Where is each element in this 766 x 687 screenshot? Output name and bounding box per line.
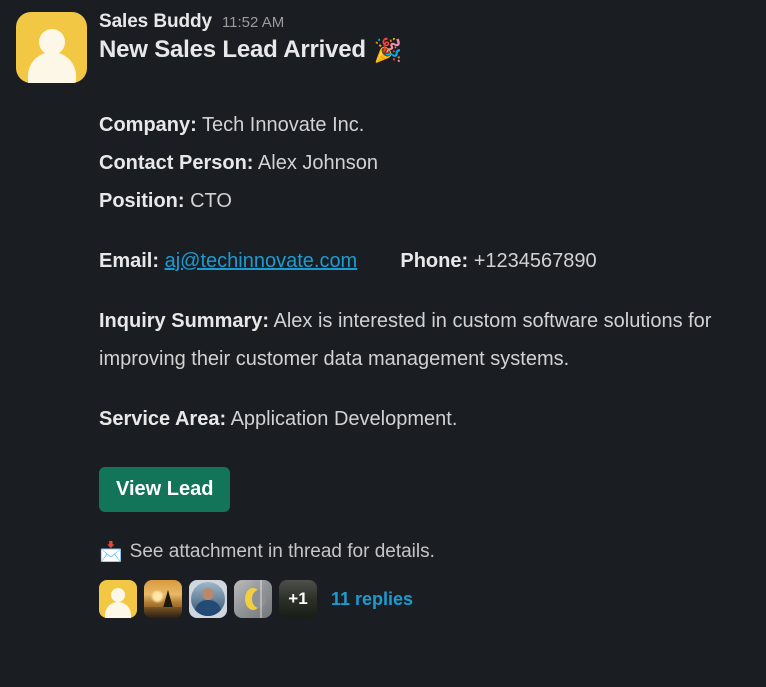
portrait-head-shape (202, 588, 214, 600)
face-head-shape (111, 588, 125, 602)
attachment-note-text: See attachment in thread for details. (129, 541, 435, 562)
thread-facepile: +1 (99, 580, 324, 618)
company-value: Tech Innovate Inc. (202, 114, 365, 136)
field-position: Position: CTO (99, 182, 734, 220)
avatar-sunset-sailboat-icon[interactable] (144, 580, 182, 618)
sailboat-shape (163, 590, 173, 608)
message-body: Company: Tech Innovate Inc. Contact Pers… (16, 106, 750, 634)
portrait-body-shape (195, 600, 221, 616)
contact-person-value: Alex Johnson (257, 152, 378, 174)
slack-message: Sales Buddy 11:52 AM New Sales Lead Arri… (0, 0, 766, 634)
avatar-dark-photo-overflow-icon[interactable]: +1 (279, 580, 317, 618)
message-header-row: Sales Buddy 11:52 AM New Sales Lead Arri… (16, 12, 750, 83)
sun-shape (152, 591, 163, 602)
person-avatar-icon[interactable] (16, 12, 87, 83)
avatar-gray-crescent-icon[interactable] (234, 580, 272, 618)
portrait-circle (191, 582, 225, 616)
face-body-shape (105, 602, 131, 618)
avatar-person-yellow-icon[interactable] (99, 580, 137, 618)
company-label: Company: (99, 114, 197, 136)
water-shape (144, 607, 182, 618)
phone-value: +1234567890 (473, 250, 597, 272)
email-link[interactable]: aj@techinnovate.com (165, 250, 358, 272)
field-company: Company: Tech Innovate Inc. (99, 106, 734, 144)
email-label: Email: (99, 250, 160, 272)
service-area-label: Service Area: (99, 408, 227, 430)
edge-highlight (260, 580, 262, 618)
avatar-portrait-photo-icon[interactable] (189, 580, 227, 618)
crescent-shape (245, 588, 266, 610)
inquiry-summary-label: Inquiry Summary: (99, 310, 270, 332)
thread-replies-bar[interactable]: +1 11 replies (99, 580, 734, 634)
message-meta: Sales Buddy 11:52 AM (99, 12, 750, 31)
position-value: CTO (190, 190, 232, 212)
thread-replies-link[interactable]: 11 replies (331, 589, 413, 610)
incoming-envelope-icon: 📩 (99, 541, 123, 563)
field-email-phone: Email: aj@techinnovate.com Phone: +12345… (99, 242, 734, 280)
message-timestamp[interactable]: 11:52 AM (222, 15, 284, 30)
view-lead-button[interactable]: View Lead (99, 467, 231, 512)
attachment-note: 📩 See attachment in thread for details. (99, 541, 734, 563)
service-area-value: Application Development. (230, 408, 458, 430)
message-headline: New Sales Lead Arrived 🎉 (99, 35, 750, 65)
field-service-area: Service Area: Application Development. (99, 400, 734, 438)
overflow-count: +1 (279, 580, 317, 618)
field-inquiry-summary: Inquiry Summary: Alex is interested in c… (99, 302, 734, 378)
contact-person-label: Contact Person: (99, 152, 254, 174)
message-content: Sales Buddy 11:52 AM New Sales Lead Arri… (99, 12, 750, 65)
sender-name[interactable]: Sales Buddy (99, 12, 212, 31)
party-popper-icon: 🎉 (373, 36, 403, 63)
avatar-body-shape (27, 52, 76, 83)
headline-text: New Sales Lead Arrived (99, 36, 366, 63)
phone-label: Phone: (400, 250, 469, 272)
button-row: View Lead (99, 467, 734, 512)
field-contact-person: Contact Person: Alex Johnson (99, 144, 734, 182)
position-label: Position: (99, 190, 185, 212)
